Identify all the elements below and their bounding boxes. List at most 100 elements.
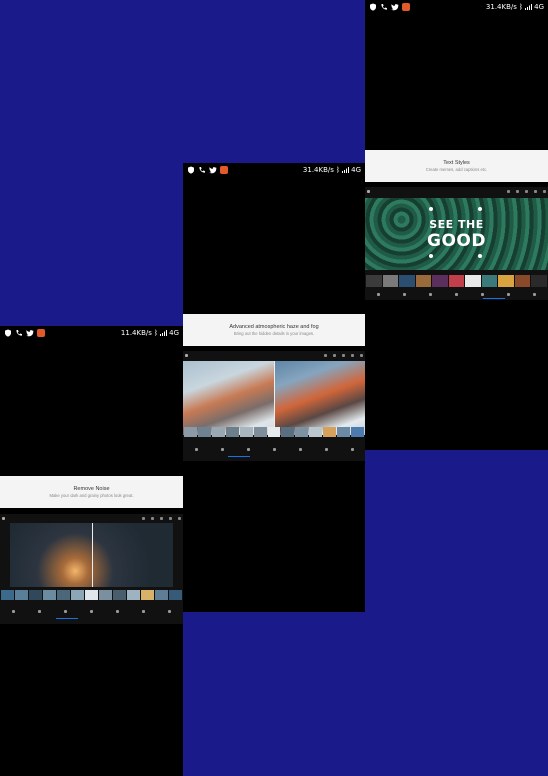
effect-thumbnail[interactable]: [57, 590, 70, 600]
effect-thumbnail[interactable]: [309, 427, 323, 437]
share-icon[interactable]: [351, 353, 354, 357]
effect-thumbnail[interactable]: [323, 427, 337, 437]
correct-icon[interactable]: [272, 447, 276, 451]
effect-thumbnail[interactable]: [43, 590, 56, 600]
text-icon[interactable]: [142, 609, 146, 613]
poster-text-line1[interactable]: SEE THE: [365, 218, 548, 231]
effect-thumbnail[interactable]: [281, 427, 295, 437]
compare-divider[interactable]: [91, 523, 93, 587]
editor-preview: [183, 351, 365, 461]
adjust-icon[interactable]: [402, 292, 406, 296]
editor-toolbar: [183, 351, 365, 359]
style-thumbnail[interactable]: [498, 275, 514, 287]
style-thumbnail[interactable]: [399, 275, 415, 287]
instagram-icon: [220, 166, 228, 174]
style-thumbnail[interactable]: [448, 275, 465, 287]
effect-thumbnail[interactable]: [71, 590, 84, 600]
share-icon[interactable]: [534, 189, 537, 193]
bottom-tool-bar: [365, 290, 548, 298]
eye-icon[interactable]: [481, 292, 485, 296]
effect-thumbnail[interactable]: [184, 427, 197, 437]
style-thumbnail[interactable]: [382, 275, 399, 287]
compare-icon[interactable]: [160, 516, 163, 520]
network-type: 4G: [351, 166, 361, 174]
feature-subtitle: Create memes, add captions etc.: [425, 167, 488, 172]
more-icon[interactable]: [360, 353, 363, 357]
heal-icon[interactable]: [350, 447, 354, 451]
style-thumbnail[interactable]: [415, 275, 432, 287]
effect-thumbnail[interactable]: [239, 427, 253, 437]
correct-icon[interactable]: [89, 609, 93, 613]
twitter-icon: [209, 167, 217, 174]
style-thumbnail[interactable]: [514, 275, 531, 287]
style-thumbnail[interactable]: [531, 275, 548, 287]
effect-thumbnail[interactable]: [15, 590, 28, 600]
twitter-icon: [391, 4, 399, 11]
effect-thumbnail[interactable]: [169, 590, 182, 600]
bluetooth-icon: ᛒ: [153, 329, 159, 337]
eye-icon[interactable]: [298, 447, 302, 451]
undo-icon[interactable]: [507, 189, 510, 193]
redo-icon[interactable]: [151, 516, 154, 520]
effect-thumbnail[interactable]: [253, 427, 267, 437]
back-icon[interactable]: [185, 353, 188, 357]
share-icon[interactable]: [169, 516, 172, 520]
feature-title: Text Styles: [443, 160, 470, 166]
looks-icon[interactable]: [428, 292, 432, 296]
more-icon[interactable]: [543, 189, 546, 193]
active-tool-indicator: [483, 298, 505, 299]
undo-icon[interactable]: [142, 516, 145, 520]
adjust-icon[interactable]: [220, 447, 224, 451]
crop-icon[interactable]: [11, 609, 15, 613]
effect-thumbnail[interactable]: [99, 590, 112, 600]
effect-thumbnail[interactable]: [337, 427, 351, 437]
effect-thumbnail[interactable]: [29, 590, 42, 600]
text-icon[interactable]: [324, 447, 328, 451]
back-icon[interactable]: [2, 516, 5, 520]
correct-icon[interactable]: [454, 292, 458, 296]
effect-thumbnail[interactable]: [351, 427, 364, 437]
text-style-strip: [365, 275, 548, 287]
effect-thumbnail[interactable]: [85, 590, 98, 600]
effect-thumbnail[interactable]: [127, 590, 140, 600]
shield-icon: [5, 329, 11, 337]
text-box-handle[interactable]: [478, 207, 482, 211]
style-thumbnail[interactable]: [366, 275, 382, 287]
eye-icon[interactable]: [116, 609, 120, 613]
effect-thumbnail[interactable]: [197, 427, 211, 437]
effect-thumbnail[interactable]: [155, 590, 168, 600]
looks-icon[interactable]: [63, 609, 67, 613]
effect-thumbnail[interactable]: [141, 590, 154, 600]
feature-banner: Advanced atmospheric haze and fog Bring …: [183, 314, 365, 346]
looks-icon[interactable]: [246, 447, 250, 451]
text-icon[interactable]: [507, 292, 511, 296]
adjust-icon[interactable]: [37, 609, 41, 613]
redo-icon[interactable]: [333, 353, 336, 357]
crop-icon[interactable]: [376, 292, 380, 296]
text-box-handle[interactable]: [478, 254, 482, 258]
effect-thumbnail[interactable]: [267, 427, 281, 437]
text-box-handle[interactable]: [429, 254, 433, 258]
undo-icon[interactable]: [324, 353, 327, 357]
compare-divider[interactable]: [274, 361, 275, 435]
redo-icon[interactable]: [516, 189, 519, 193]
style-thumbnail[interactable]: [481, 275, 498, 287]
effect-thumbnail[interactable]: [225, 427, 239, 437]
status-bar: 31.4KB/s ᛒ 4G: [365, 0, 548, 14]
heal-icon[interactable]: [533, 292, 537, 296]
style-thumbnail[interactable]: [432, 275, 448, 287]
effect-thumbnail[interactable]: [1, 590, 14, 600]
crop-icon[interactable]: [194, 447, 198, 451]
instagram-icon: [402, 3, 410, 11]
compare-icon[interactable]: [525, 189, 528, 193]
text-box-handle[interactable]: [429, 207, 433, 211]
effect-thumbnail[interactable]: [295, 427, 309, 437]
compare-icon[interactable]: [342, 353, 345, 357]
heal-icon[interactable]: [168, 609, 172, 613]
more-icon[interactable]: [178, 516, 181, 520]
style-thumbnail[interactable]: [465, 275, 481, 287]
poster-text-line2[interactable]: GOOD: [365, 231, 548, 251]
effect-thumbnail[interactable]: [211, 427, 225, 437]
effect-thumbnail[interactable]: [113, 590, 126, 600]
back-icon[interactable]: [367, 189, 370, 193]
